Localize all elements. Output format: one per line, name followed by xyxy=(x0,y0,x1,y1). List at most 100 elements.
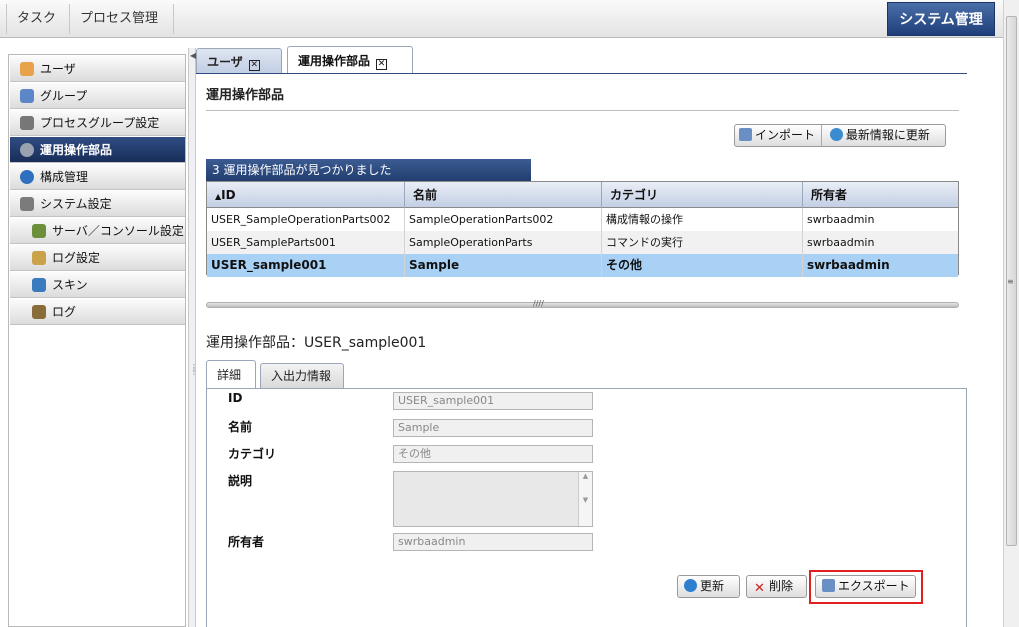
sidebar-splitter[interactable]: ◀ ⋮ ⋮ xyxy=(188,48,198,627)
page-title: 運用操作部品 xyxy=(206,88,285,103)
description-label: 説明 xyxy=(228,474,253,488)
table-row-selected[interactable]: USER_sample001 Sample その他 swrbaadmin xyxy=(207,254,958,277)
page-scrollbar[interactable]: ≡ xyxy=(1003,0,1019,627)
skin-icon xyxy=(32,278,46,292)
cell-owner: swrbaadmin xyxy=(807,258,890,272)
scroll-down-icon[interactable]: ▼ xyxy=(583,496,588,504)
tab-label: ユーザ xyxy=(207,55,243,69)
cell-category: コマンドの実行 xyxy=(602,231,803,254)
tab-process-management[interactable]: プロセス管理 xyxy=(70,4,174,34)
sidebar-item-label: システム設定 xyxy=(40,197,112,211)
close-icon[interactable]: ✕ xyxy=(376,59,388,70)
sidebar-item-label: ユーザ xyxy=(40,62,76,76)
user-icon xyxy=(20,62,34,76)
category-label: カテゴリ xyxy=(228,447,277,461)
import-button[interactable]: インポート xyxy=(739,125,823,146)
tab-label: 運用操作部品 xyxy=(298,54,371,68)
cell-owner: swrbaadmin xyxy=(807,236,875,249)
sidebar-item-label: サーバ／コンソール設定 xyxy=(52,224,184,238)
column-header-owner[interactable]: 所有者 xyxy=(803,182,958,208)
group-icon xyxy=(20,89,34,103)
splitter-grip-icon: ⋮ ⋮ xyxy=(190,363,198,376)
export-highlight-box xyxy=(809,570,923,604)
description-textarea: ▲ ▼ xyxy=(393,471,593,527)
column-header-category[interactable]: カテゴリ xyxy=(602,182,803,208)
sidebar-item-label: 運用操作部品 xyxy=(40,143,113,157)
sidebar-item-log-settings[interactable]: ログ設定 xyxy=(10,245,185,271)
sidebar-item-label: グループ xyxy=(40,89,88,103)
system-management-button[interactable]: システム管理 xyxy=(887,2,995,36)
sidebar-item-system-settings[interactable]: システム設定 xyxy=(10,191,185,217)
delete-label: 削除 xyxy=(769,579,794,593)
cell-category: その他 xyxy=(602,254,803,277)
log-icon xyxy=(32,305,46,319)
import-icon xyxy=(739,128,752,141)
sidebar-item-label: スキン xyxy=(52,278,88,292)
tab-underline xyxy=(196,73,967,74)
tools-icon xyxy=(20,116,34,130)
textarea-scrollbar[interactable]: ▲ ▼ xyxy=(578,472,592,526)
cell-name: SampleOperationParts xyxy=(405,231,602,254)
tab-user[interactable]: ユーザ ✕ xyxy=(196,48,282,74)
delete-icon: ✕ xyxy=(754,581,765,596)
sidebar-item-config[interactable]: 構成管理 xyxy=(10,164,185,190)
update-button[interactable]: 更新 xyxy=(677,575,740,598)
delete-button[interactable]: ✕ 削除 xyxy=(746,575,807,598)
refresh-label: 最新情報に更新 xyxy=(845,128,930,142)
refresh-button[interactable]: 最新情報に更新 xyxy=(826,125,930,146)
name-label: 名前 xyxy=(228,420,253,434)
table-row[interactable]: USER_SampleOperationParts002 SampleOpera… xyxy=(207,208,958,231)
cell-name: SampleOperationParts002 xyxy=(405,208,602,231)
sidebar-item-label: ログ xyxy=(52,305,77,319)
sidebar-item-label: ログ設定 xyxy=(52,251,101,265)
tab-operation-parts[interactable]: 運用操作部品 ✕ xyxy=(287,46,413,74)
panel-splitter[interactable]: //// xyxy=(206,299,959,308)
owner-field: swrbaadmin xyxy=(393,533,593,551)
sidebar-item-log[interactable]: ログ xyxy=(10,299,185,325)
scroll-up-icon[interactable]: ▲ xyxy=(583,472,588,480)
column-header-label: ID xyxy=(221,188,236,202)
operation-parts-table: ▲ID 名前 カテゴリ 所有者 USER_SampleOperationPart… xyxy=(206,181,959,277)
sidebar-item-user[interactable]: ユーザ xyxy=(10,56,185,82)
sidebar-item-label: プロセスグループ設定 xyxy=(40,116,160,130)
import-label: インポート xyxy=(755,128,816,142)
cell-id: USER_SampleOperationParts002 xyxy=(207,208,405,231)
divider xyxy=(206,110,959,111)
table-header: ▲ID 名前 カテゴリ 所有者 xyxy=(207,182,958,208)
sidebar-item-skin[interactable]: スキン xyxy=(10,272,185,298)
server-icon xyxy=(32,224,46,238)
column-header-id[interactable]: ▲ID xyxy=(207,182,405,208)
sidebar-item-operation-parts[interactable]: 運用操作部品 xyxy=(10,137,185,163)
sidebar: ユーザ グループ プロセスグループ設定 運用操作部品 構成管理 システム設定 サ… xyxy=(8,54,186,627)
update-icon xyxy=(684,579,697,592)
owner-label: 所有者 xyxy=(228,535,265,549)
detail-title: 運用操作部品：USER_sample001 xyxy=(206,335,427,351)
sidebar-item-process-group[interactable]: プロセスグループ設定 xyxy=(10,110,185,136)
table-row[interactable]: USER_SampleParts001 SampleOperationParts… xyxy=(207,231,958,254)
scroll-grip-icon: ≡ xyxy=(1007,277,1014,286)
name-field: Sample xyxy=(393,419,593,437)
cell-category: 構成情報の操作 xyxy=(602,208,803,231)
refresh-icon xyxy=(829,128,843,141)
category-field: その他 xyxy=(393,445,593,463)
close-icon[interactable]: ✕ xyxy=(248,60,260,71)
splitter-grip-icon: //// xyxy=(533,299,544,308)
update-label: 更新 xyxy=(700,579,725,593)
top-bar: タスク プロセス管理 システム管理 xyxy=(0,0,1003,38)
cell-id: USER_SampleParts001 xyxy=(207,231,405,254)
gear-icon xyxy=(20,143,34,157)
tab-io-info[interactable]: 入出力情報 xyxy=(260,363,344,388)
column-header-name[interactable]: 名前 xyxy=(405,182,602,208)
sidebar-item-server-console[interactable]: サーバ／コンソール設定 xyxy=(10,218,185,244)
settings-icon xyxy=(20,197,34,211)
tab-task[interactable]: タスク xyxy=(6,4,70,34)
log-settings-icon xyxy=(32,251,46,265)
sidebar-item-group[interactable]: グループ xyxy=(10,83,185,109)
id-field: USER_sample001 xyxy=(393,392,593,410)
cell-name: Sample xyxy=(405,254,602,277)
tab-details[interactable]: 詳細 xyxy=(206,360,256,389)
cell-owner: swrbaadmin xyxy=(807,213,875,226)
id-label: ID xyxy=(228,391,243,405)
cell-id: USER_sample001 xyxy=(207,254,405,277)
sidebar-item-label: 構成管理 xyxy=(40,170,89,184)
